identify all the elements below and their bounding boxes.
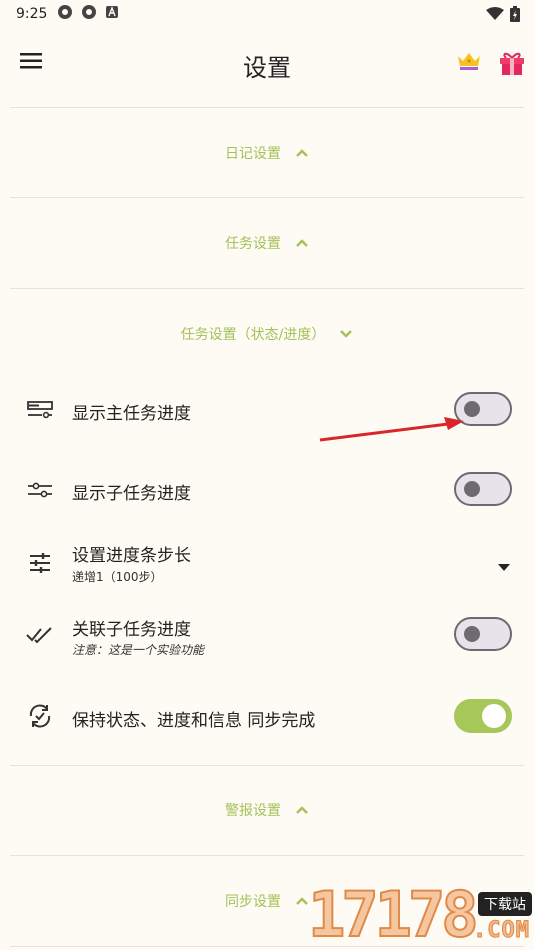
setting-subtitle: 递增1（100步） xyxy=(72,570,163,584)
setting-subtitle: 注意：这是一个实验功能 xyxy=(72,643,205,657)
app-notification-icon xyxy=(81,4,97,24)
keep-sync-toggle[interactable] xyxy=(454,699,512,733)
wifi-icon xyxy=(486,7,504,25)
section-label: 日记设置 xyxy=(225,146,281,162)
battery-icon xyxy=(510,6,520,26)
annotation-arrow xyxy=(319,417,464,442)
sliders-icon xyxy=(26,476,54,504)
section-label: 同步设置 xyxy=(225,894,281,910)
setting-title: 保持状态、进度和信息 同步完成 xyxy=(72,711,316,731)
setting-link-sub-progress[interactable]: 关联子任务进度 注意：这是一个实验功能 xyxy=(0,605,534,665)
setting-title: 设置进度条步长 xyxy=(72,546,191,566)
gift-icon[interactable] xyxy=(498,50,526,80)
chevron-up-icon xyxy=(295,805,309,815)
chevron-down-icon xyxy=(339,329,353,339)
chevron-up-icon xyxy=(295,238,309,248)
divider xyxy=(10,197,524,198)
section-label: 任务设置（状态/进度） xyxy=(180,327,326,343)
sync-check-icon xyxy=(26,702,54,730)
show-sub-progress-toggle[interactable] xyxy=(454,472,512,506)
page-title: 设置 xyxy=(243,54,291,82)
app-bar: 设置 xyxy=(0,36,534,92)
setting-progress-step[interactable]: 设置进度条步长 递增1（100步） xyxy=(0,533,534,593)
setting-title: 显示主任务进度 xyxy=(72,404,191,424)
status-bar: 9:25 xyxy=(0,0,534,28)
double-check-icon xyxy=(26,621,54,649)
crown-icon[interactable] xyxy=(456,50,482,76)
divider xyxy=(10,288,524,289)
progress-bar-icon xyxy=(26,396,54,424)
watermark-logo: 17178 下载站 .COM xyxy=(307,878,534,950)
watermark-domain: .COM xyxy=(473,918,530,944)
section-diary-settings[interactable]: 日记设置 xyxy=(0,138,534,168)
watermark-digits: 17178 xyxy=(307,878,480,950)
link-sub-progress-toggle[interactable] xyxy=(454,617,512,651)
app-notification-icon xyxy=(57,4,73,24)
font-notification-icon xyxy=(105,5,119,23)
setting-title: 显示子任务进度 xyxy=(72,484,191,504)
watermark-badge: 下载站 xyxy=(478,892,532,916)
section-label: 警报设置 xyxy=(225,803,281,819)
divider xyxy=(10,765,524,766)
setting-title: 关联子任务进度 xyxy=(72,620,191,640)
dropdown-arrow-icon[interactable] xyxy=(498,557,510,571)
tune-icon xyxy=(26,549,54,577)
status-time: 9:25 xyxy=(16,6,48,22)
chevron-up-icon xyxy=(295,896,309,906)
divider xyxy=(10,855,524,856)
setting-show-sub-progress[interactable]: 显示子任务进度 xyxy=(0,460,534,520)
section-task-settings[interactable]: 任务设置 xyxy=(0,228,534,258)
setting-keep-sync[interactable]: 保持状态、进度和信息 同步完成 xyxy=(0,686,534,746)
chevron-up-icon xyxy=(295,148,309,158)
section-alarm-settings[interactable]: 警报设置 xyxy=(0,795,534,825)
section-task-status-settings[interactable]: 任务设置（状态/进度） xyxy=(0,319,534,349)
section-label: 任务设置 xyxy=(225,236,281,252)
divider xyxy=(10,107,524,108)
